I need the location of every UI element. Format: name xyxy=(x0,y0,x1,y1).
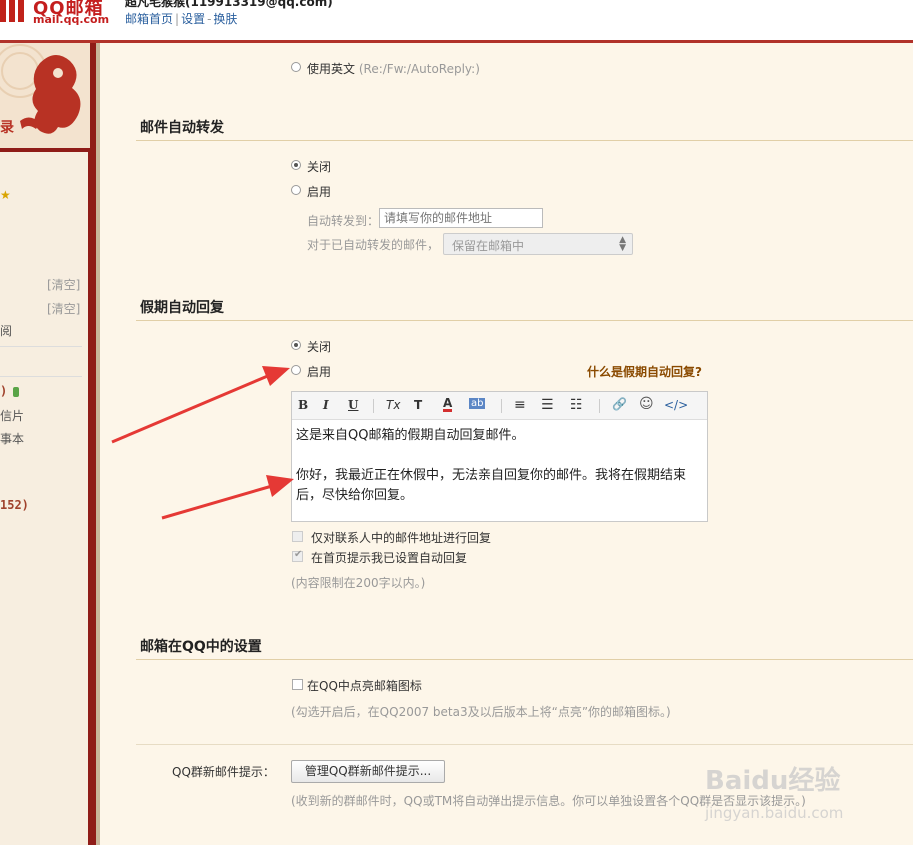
arrow-to-reply-body xyxy=(161,484,273,520)
annotation-arrows xyxy=(111,366,294,520)
baidu-watermark: Baidu经验 xyxy=(705,766,841,796)
arrow-to-enable-radio xyxy=(111,373,271,444)
arrow-head-icon xyxy=(266,475,294,497)
baidu-watermark-url: jingyan.baidu.com xyxy=(705,804,844,822)
arrow-head-icon xyxy=(262,366,290,386)
